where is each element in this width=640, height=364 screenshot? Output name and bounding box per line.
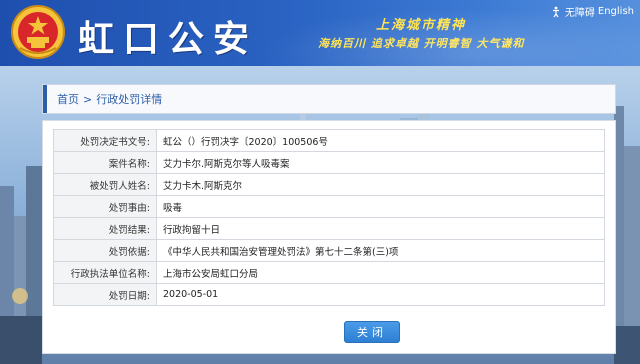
row-label-decision-number: 处罚决定书文号: xyxy=(53,129,157,152)
city-spirit-title: 上海城市精神 xyxy=(376,18,467,33)
accessibility-icon xyxy=(552,6,559,17)
breadcrumb-home-link[interactable]: 首页 xyxy=(57,91,79,107)
penalty-detail-panel: 处罚决定书文号: 虹公（）行罚决字〔2020〕100506号 案件名称: 艾力卡… xyxy=(42,120,616,354)
table-row: 处罚依据: 《中华人民共和国治安管理处罚法》第七十二条第(三)项 xyxy=(53,239,605,262)
english-link[interactable]: English xyxy=(598,6,634,17)
police-emblem-icon xyxy=(11,5,65,59)
table-row: 处罚结果: 行政拘留十日 xyxy=(53,217,605,240)
accessibility-label[interactable]: 无障碍 xyxy=(565,4,595,19)
table-row: 被处罚人姓名: 艾力卡木.阿斯克尔 xyxy=(53,173,605,196)
row-label-legal-basis: 处罚依据: xyxy=(53,239,157,262)
row-label-result: 处罚结果: xyxy=(53,217,157,240)
row-value-reason: 吸毒 xyxy=(156,195,605,218)
row-value-enforcement-unit: 上海市公安局虹口分局 xyxy=(156,261,605,284)
breadcrumb: 首页 > 行政处罚详情 xyxy=(42,84,616,114)
row-value-decision-number: 虹公（）行罚决字〔2020〕100506号 xyxy=(156,129,605,152)
breadcrumb-accent xyxy=(43,85,47,113)
site-name: 虹口公安 xyxy=(78,18,259,60)
row-label-reason: 处罚事由: xyxy=(53,195,157,218)
close-button[interactable]: 关闭 xyxy=(344,321,400,343)
table-row: 处罚决定书文号: 虹公（）行罚决字〔2020〕100506号 xyxy=(53,129,605,152)
row-label-case-name: 案件名称: xyxy=(53,151,157,174)
table-row: 行政执法单位名称: 上海市公安局虹口分局 xyxy=(53,261,605,284)
accessibility-toggle[interactable]: 无障碍 English xyxy=(550,4,634,19)
row-value-legal-basis: 《中华人民共和国治安管理处罚法》第七十二条第(三)项 xyxy=(156,239,605,262)
row-value-penalized-person: 艾力卡木.阿斯克尔 xyxy=(156,173,605,196)
penalty-detail-table: 处罚决定书文号: 虹公（）行罚决字〔2020〕100506号 案件名称: 艾力卡… xyxy=(53,129,605,306)
row-label-penalized-person: 被处罚人姓名: xyxy=(53,173,157,196)
breadcrumb-current: 行政处罚详情 xyxy=(96,93,163,106)
row-value-penalty-date: 2020-05-01 xyxy=(156,283,605,306)
row-value-case-name: 艾力卡尔.阿斯克尔等人吸毒案 xyxy=(156,151,605,174)
row-value-result: 行政拘留十日 xyxy=(156,217,605,240)
site-header: 虹口公安 无障碍 English 上海城市精神 海纳百川 追求卓越 开明睿智 大… xyxy=(0,0,640,66)
breadcrumb-separator: > xyxy=(83,92,93,106)
table-row: 处罚事由: 吸毒 xyxy=(53,195,605,218)
row-label-penalty-date: 处罚日期: xyxy=(53,283,157,306)
table-row: 处罚日期: 2020-05-01 xyxy=(53,283,605,306)
city-spirit-slogan: 海纳百川 追求卓越 开明睿智 大气谦和 xyxy=(318,37,525,50)
table-row: 案件名称: 艾力卡尔.阿斯克尔等人吸毒案 xyxy=(53,151,605,174)
row-label-enforcement-unit: 行政执法单位名称: xyxy=(53,261,157,284)
